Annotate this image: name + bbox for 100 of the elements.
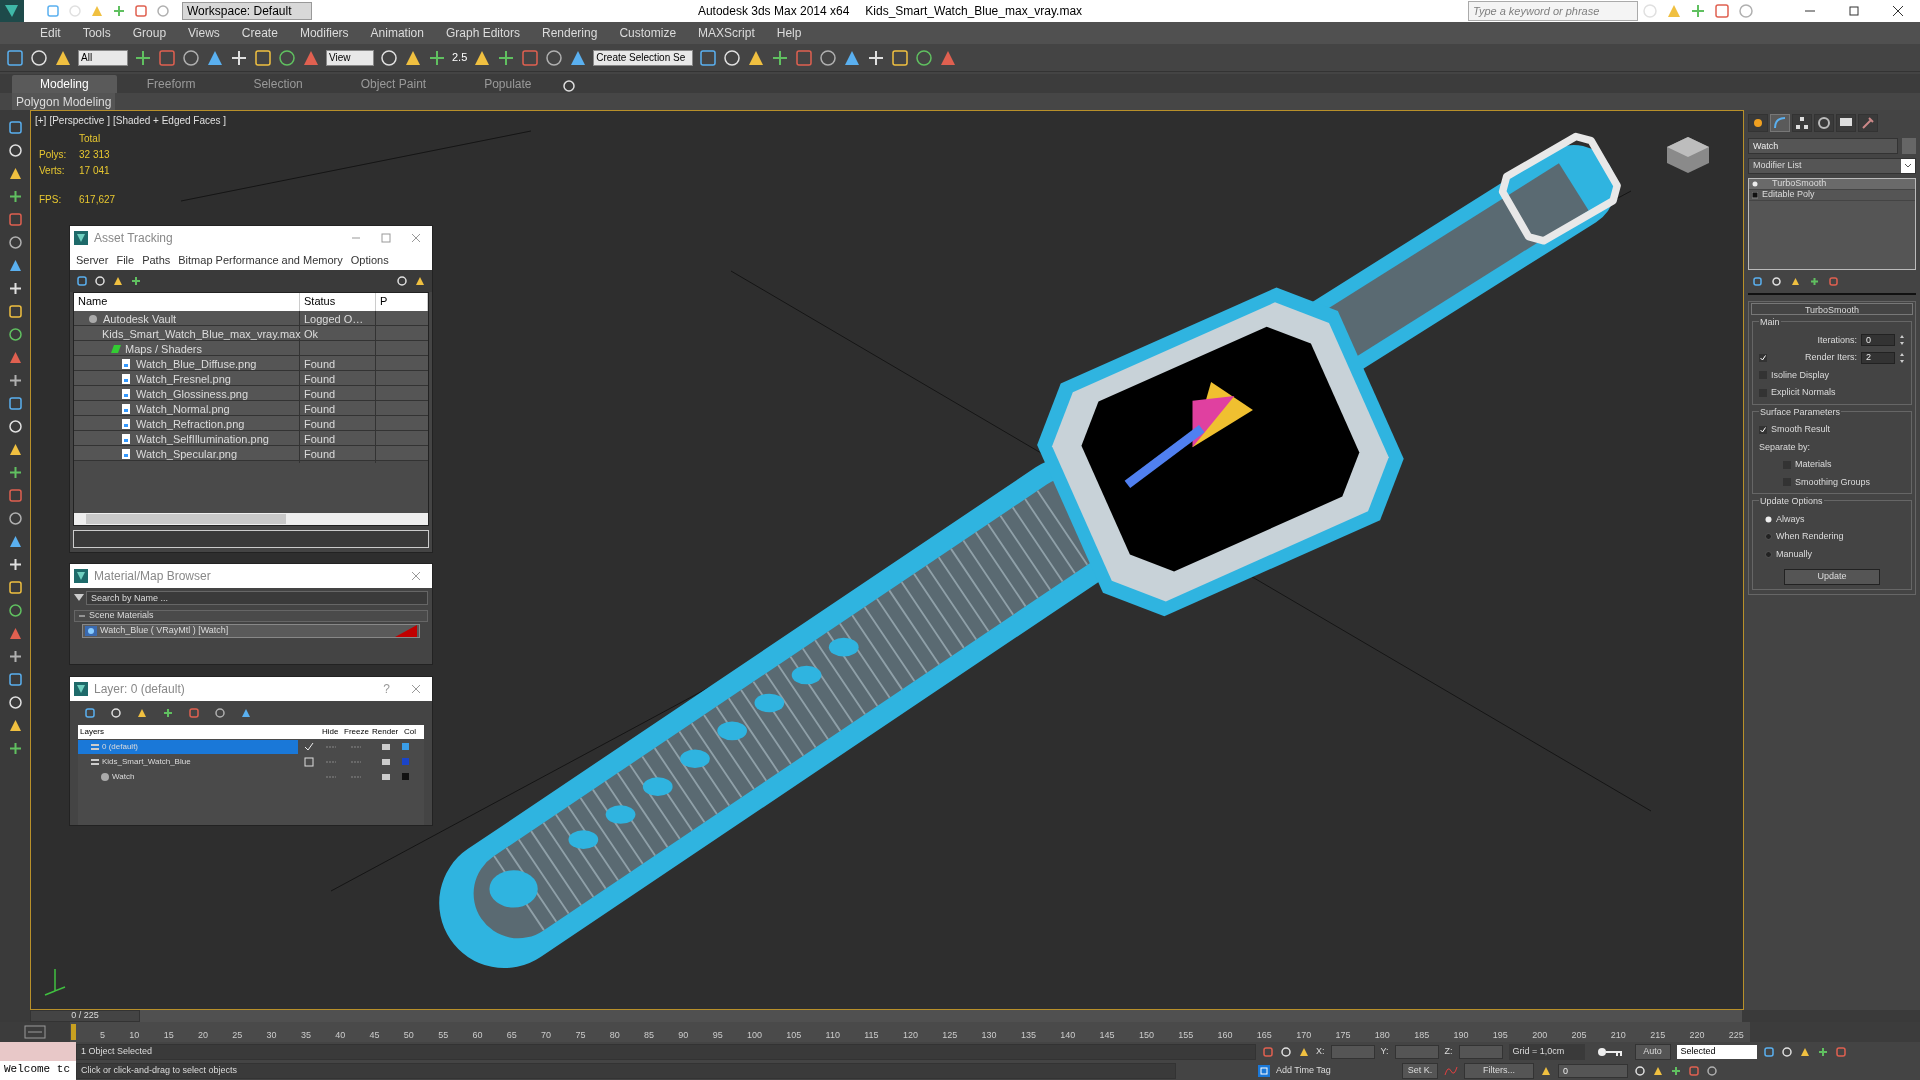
checkbox-label[interactable]: Isoline Display (1771, 368, 1830, 382)
spinner-field[interactable]: 2 (1861, 351, 1895, 364)
viewport-label[interactable]: [Perspective ] (49, 113, 110, 128)
layer-row[interactable]: Kids_Smart_Watch_Blue (78, 754, 298, 769)
modifier-stack-item[interactable]: TurboSmooth (1749, 179, 1915, 190)
column-header[interactable]: Hide (320, 726, 342, 738)
menu-item[interactable]: Animation (370, 24, 424, 42)
listener-output[interactable]: Welcome tc (0, 1061, 76, 1080)
asset-name[interactable]: Watch_Refraction.png (136, 416, 245, 433)
reference-coordinate-dropdown[interactable]: View (326, 49, 374, 66)
menu-item[interactable]: Edit (40, 24, 61, 42)
rollout-title[interactable]: TurboSmooth (1751, 303, 1913, 315)
frame-tick-label: 175 (1335, 1028, 1351, 1042)
frame-tick-label: 130 (981, 1028, 997, 1042)
layer-name: Watch (112, 770, 135, 783)
layer-row[interactable]: Watch (78, 769, 298, 784)
column-header[interactable]: Render (370, 726, 402, 738)
radio-label[interactable]: When Rendering (1776, 530, 1844, 544)
menu-item[interactable]: Help (776, 24, 802, 42)
menu-item[interactable]: Paths (142, 251, 171, 269)
frame-tick-label: 15 (163, 1028, 174, 1042)
coordinate-label: Y: (1380, 1044, 1389, 1058)
checkbox-label[interactable]: Explicit Normals (1771, 386, 1836, 400)
modifier-name: TurboSmooth (1771, 177, 1827, 190)
key-filter-dropdown[interactable]: Selected (1676, 1044, 1757, 1059)
menu-item[interactable]: Server (76, 251, 109, 269)
frame-tick-label: 110 (825, 1028, 840, 1042)
menu-item[interactable]: Group (132, 24, 167, 42)
viewport-label[interactable]: [+] (35, 113, 47, 128)
menu-item[interactable]: Options (350, 251, 389, 269)
asset-name[interactable]: Watch_SelfIllumination.png (136, 431, 269, 448)
spinner-field[interactable]: 0 (1861, 334, 1895, 347)
frame-tick-label: 225 (1728, 1028, 1744, 1042)
column-header[interactable]: Col (402, 726, 424, 738)
frame-tick-label: 100 (746, 1028, 762, 1042)
asset-name[interactable]: Watch_Specular.png (136, 446, 238, 463)
named-selection-dropdown[interactable]: Create Selection Se (593, 49, 694, 66)
checkbox-label[interactable]: Smooth Result (1771, 423, 1831, 437)
ribbon-tab[interactable]: Populate (456, 75, 560, 93)
search-field[interactable]: Type a keyword or phrase (1468, 1, 1638, 21)
modifier-stack[interactable]: TurboSmooth Editable Poly (1748, 178, 1916, 270)
frame-tick-label: 140 (1060, 1028, 1076, 1042)
menu-item[interactable]: Rendering (542, 24, 598, 42)
ribbon-tab[interactable]: Selection (225, 75, 331, 93)
menu-item[interactable]: File (116, 251, 135, 269)
menu-item[interactable]: Customize (619, 24, 677, 42)
menu-item[interactable]: Bitmap Performance and Memory (178, 251, 343, 269)
object-name-field[interactable]: Watch (1748, 138, 1898, 154)
checkbox-label[interactable]: Materials (1795, 458, 1832, 472)
viewport-label[interactable]: [Shaded + Edged Faces ] (113, 113, 227, 128)
checkbox-label[interactable]: Smoothing Groups (1795, 475, 1871, 489)
menu-item[interactable]: Views (188, 24, 220, 42)
asset-name[interactable]: Watch_Fresnel.png (136, 371, 231, 388)
frame-tick-label: 170 (1296, 1028, 1312, 1042)
frame-tick-label: 90 (678, 1028, 689, 1042)
frame-tick-label: 50 (403, 1028, 414, 1042)
asset-name[interactable]: Autodesk Vault (103, 311, 177, 328)
ribbon-tab[interactable]: Modeling (12, 75, 117, 93)
frame-tick-label: 85 (644, 1028, 654, 1042)
menu-item[interactable]: Modifiers (299, 24, 349, 42)
layer-row[interactable]: 0 (default) (78, 739, 298, 754)
asset-name[interactable]: Watch_Blue_Diffuse.png (136, 356, 257, 373)
frame-field[interactable]: 0 (1558, 1063, 1628, 1078)
selection-filter-dropdown[interactable]: All (78, 49, 128, 66)
group-label: Scene Materials (89, 609, 154, 623)
set-key-button[interactable]: Set K. (1402, 1062, 1438, 1079)
frame-tick-label: 135 (1020, 1028, 1036, 1042)
asset-name[interactable]: Kids_Smart_Watch_Blue_max_vray.max (102, 326, 301, 343)
ribbon-tab[interactable]: Object Paint (332, 75, 455, 93)
frame-tick-label: 220 (1689, 1028, 1705, 1042)
material-group-header[interactable]: Scene Materials (74, 610, 428, 622)
dropdown-text: Modifier List (1753, 159, 1802, 173)
column-header[interactable]: Layers (78, 726, 298, 738)
modifier-list-dropdown[interactable]: Modifier List (1748, 158, 1916, 174)
filters-button[interactable]: Filters... (1464, 1062, 1534, 1079)
frame-tick-label: 160 (1217, 1028, 1233, 1042)
frame-tick-label: 210 (1610, 1028, 1626, 1042)
frame-tick-label: 180 (1374, 1028, 1390, 1042)
menu-item[interactable]: Graph Editors (445, 24, 520, 42)
radio-label[interactable]: Always (1776, 512, 1805, 526)
update-button[interactable]: Update (1784, 569, 1880, 585)
spinner-label: Iterations: (1816, 333, 1857, 347)
column-header[interactable]: Freeze (342, 726, 370, 738)
menu-item[interactable]: MAXScript (698, 24, 755, 42)
workspace-dropdown[interactable]: Workspace: Default (182, 2, 312, 20)
radio-label[interactable]: Manually (1776, 547, 1813, 561)
selection-info: 1 Object Selected (76, 1043, 1256, 1060)
search-field[interactable]: Search by Name ... (86, 591, 428, 605)
modifier-stack-item[interactable]: Editable Poly (1749, 190, 1915, 201)
frame-tick-label: 35 (300, 1028, 311, 1042)
ribbon-tab[interactable]: Freeform (118, 75, 224, 93)
asset-name[interactable]: Watch_Normal.png (136, 401, 230, 418)
auto-key-button[interactable]: Auto (1634, 1043, 1671, 1060)
time-tag-label[interactable]: Add Time Tag (1276, 1063, 1356, 1078)
menu-item[interactable]: Create (241, 24, 278, 42)
asset-name[interactable]: Watch_Glossiness.png (136, 386, 249, 403)
time-slider-thumb[interactable]: 0 / 225 (30, 1010, 140, 1022)
snap-toggle-label[interactable]: 2.5 (452, 49, 468, 66)
menu-item[interactable]: Tools (82, 24, 111, 42)
stat-value: 617,627 (79, 193, 117, 207)
